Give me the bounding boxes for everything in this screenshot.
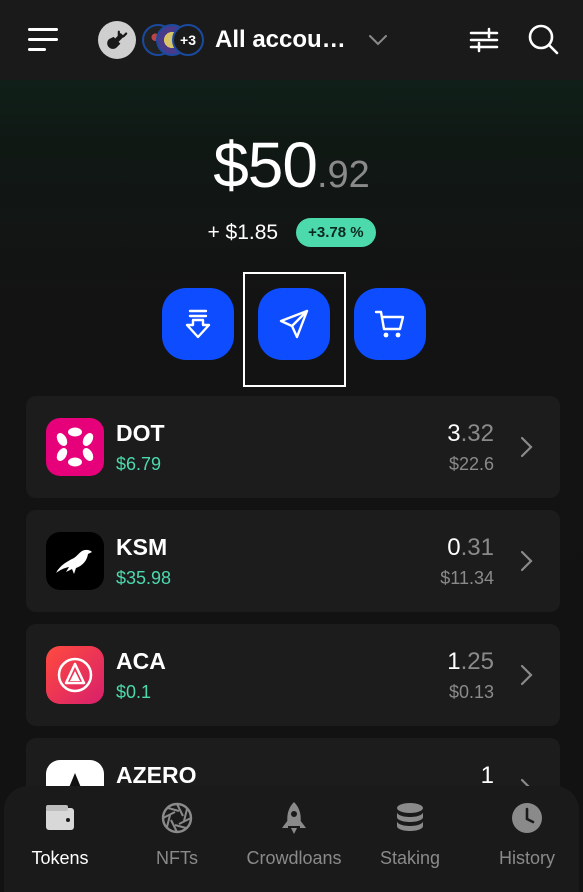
token-row-aca[interactable]: ACA $0.1 1.25 $0.13	[26, 624, 560, 726]
change-value: + $1.85	[207, 220, 279, 244]
token-value: $0.13	[448, 682, 494, 702]
token-symbol: KSM	[116, 534, 168, 560]
nav-nfts-label: NFTs	[156, 848, 198, 868]
balance-change: + $1.85 +3.78 %	[0, 218, 583, 247]
token-price: $35.98	[116, 568, 172, 588]
token-price: $6.79	[116, 454, 162, 474]
token-value: $11.34	[440, 568, 494, 588]
token-symbol: ACA	[116, 648, 166, 674]
token-row-ksm[interactable]: KSM $35.98 0.31 $11.34	[26, 510, 560, 612]
send-button[interactable]	[258, 288, 330, 360]
account-avatars[interactable]: +3	[142, 24, 206, 56]
nav-history-label: History	[498, 848, 555, 868]
nav-staking-label: Staking	[379, 848, 441, 868]
rocket-icon	[282, 802, 306, 834]
chevron-right-icon	[520, 436, 533, 458]
nav-crowdloans-label: Crowdloans	[246, 848, 342, 868]
menu-icon[interactable]	[28, 26, 58, 54]
receive-icon	[185, 309, 211, 339]
coins-stack-icon	[397, 803, 423, 831]
more-accounts-badge: +3	[172, 24, 204, 56]
token-balance: 0.31	[447, 534, 494, 561]
nav-tokens[interactable]: Tokens	[5, 800, 115, 880]
aca-logo-icon	[46, 646, 104, 704]
nav-history[interactable]: History	[472, 800, 582, 880]
token-balance: 3.32	[447, 420, 494, 447]
nav-crowdloans[interactable]: Crowdloans	[239, 800, 349, 880]
aperture-icon	[161, 802, 193, 834]
bottom-nav: Tokens NFTs Crowdloans Staking History	[4, 786, 579, 892]
nav-nfts[interactable]: NFTs	[122, 800, 232, 880]
app-root: +3 All accou… $50.92 + $1.85 +3.78 % DOT…	[0, 0, 583, 892]
balance-decimal: .92	[316, 154, 370, 196]
account-selector-label[interactable]: All accou…	[215, 26, 346, 54]
search-icon[interactable]	[526, 22, 560, 56]
chevron-right-icon	[520, 664, 533, 686]
filter-icon[interactable]	[468, 24, 500, 56]
wallet-icon	[46, 805, 74, 830]
send-icon	[279, 309, 309, 339]
cart-icon	[374, 310, 405, 338]
balance-whole: $50	[213, 129, 318, 201]
plug-icon[interactable]	[98, 21, 136, 59]
token-price: $0.1	[116, 682, 152, 702]
token-symbol: DOT	[116, 420, 165, 446]
token-row-dot[interactable]: DOT $6.79 3.32 $22.6	[26, 396, 560, 498]
receive-button[interactable]	[162, 288, 234, 360]
token-balance: 1.25	[447, 648, 494, 675]
nav-staking[interactable]: Staking	[355, 800, 465, 880]
clock-icon	[512, 803, 542, 833]
chevron-right-icon	[520, 550, 533, 572]
token-value: $22.6	[448, 454, 494, 474]
top-bar: +3 All accou…	[0, 0, 583, 80]
ksm-logo-icon	[46, 532, 104, 590]
change-percent-badge: +3.78 %	[296, 218, 376, 247]
total-balance: $50.92	[0, 128, 583, 202]
nav-tokens-label: Tokens	[31, 848, 89, 868]
chevron-down-icon[interactable]	[366, 28, 390, 52]
dot-logo-icon	[46, 418, 104, 476]
token-symbol: AZERO	[116, 762, 197, 788]
buy-button[interactable]	[354, 288, 426, 360]
